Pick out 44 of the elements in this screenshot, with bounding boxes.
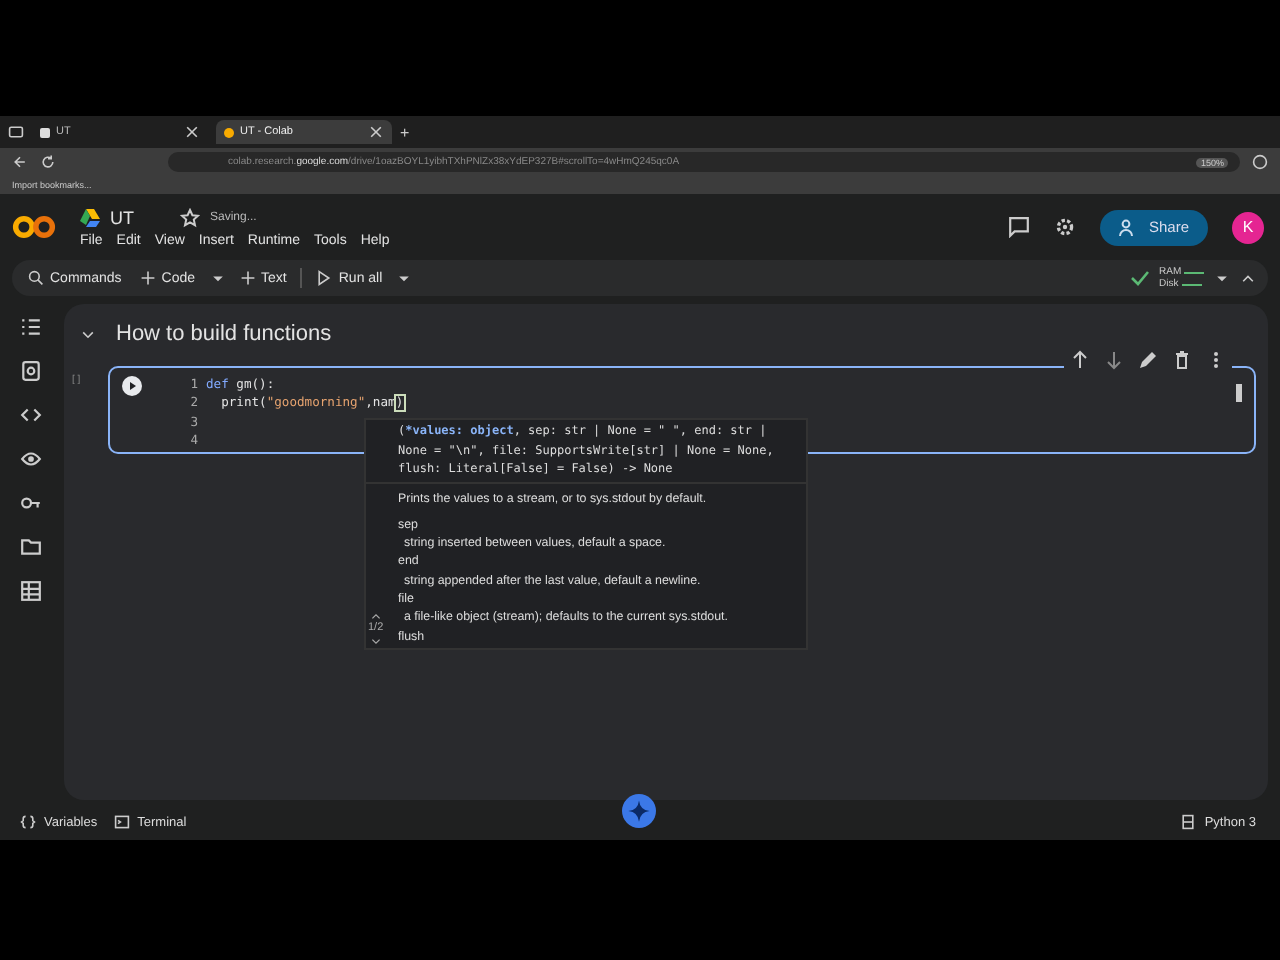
- gemini-icon[interactable]: [622, 794, 656, 828]
- arrow-down-icon[interactable]: [1104, 350, 1124, 370]
- back-icon[interactable]: [12, 154, 28, 170]
- terminal-icon: [113, 814, 130, 830]
- key-icon[interactable]: [19, 492, 41, 514]
- reload-icon[interactable]: [40, 154, 56, 170]
- search-icon: [28, 270, 44, 286]
- new-tab-button[interactable]: +: [400, 123, 410, 141]
- run-icon[interactable]: [122, 376, 142, 396]
- profile-icon[interactable]: [1252, 154, 1268, 170]
- check-icon: [1129, 268, 1149, 288]
- tab-overview-icon[interactable]: [8, 124, 24, 140]
- delete-icon[interactable]: [1172, 350, 1192, 370]
- settings-icon[interactable]: [1054, 216, 1076, 238]
- caret-icon[interactable]: [396, 270, 413, 286]
- drive-icon[interactable]: [80, 207, 100, 227]
- server-icon: [1180, 814, 1197, 830]
- caret-icon[interactable]: [209, 270, 226, 286]
- table-icon[interactable]: [19, 580, 41, 602]
- notebook-title[interactable]: UT: [110, 207, 134, 227]
- chevron-up-icon[interactable]: [369, 611, 382, 620]
- code-icon[interactable]: [19, 404, 41, 426]
- arrow-up-icon[interactable]: [1070, 350, 1090, 370]
- collapse-icon[interactable]: [1240, 270, 1256, 286]
- edit-icon[interactable]: [1138, 350, 1158, 370]
- play-icon: [316, 270, 333, 286]
- people-icon: [1118, 217, 1139, 237]
- chevron-down-icon[interactable]: [369, 637, 382, 646]
- star-icon[interactable]: [180, 207, 200, 227]
- braces-icon: [20, 814, 36, 830]
- caret-icon[interactable]: [1214, 270, 1230, 286]
- plus-icon: [239, 270, 256, 286]
- colab-logo[interactable]: [12, 214, 56, 240]
- user-avatar[interactable]: K: [1232, 211, 1264, 243]
- table-of-contents-icon[interactable]: [19, 316, 41, 338]
- close-icon[interactable]: [368, 124, 384, 140]
- close-icon[interactable]: [184, 124, 200, 140]
- folder-icon[interactable]: [19, 536, 41, 558]
- section-heading: How to build functions: [116, 322, 332, 346]
- plus-icon: [139, 270, 156, 286]
- chevron-icon[interactable]: [80, 326, 96, 342]
- search-icon[interactable]: [19, 360, 41, 382]
- eye-icon[interactable]: [19, 448, 41, 470]
- comment-icon[interactable]: [1008, 216, 1030, 238]
